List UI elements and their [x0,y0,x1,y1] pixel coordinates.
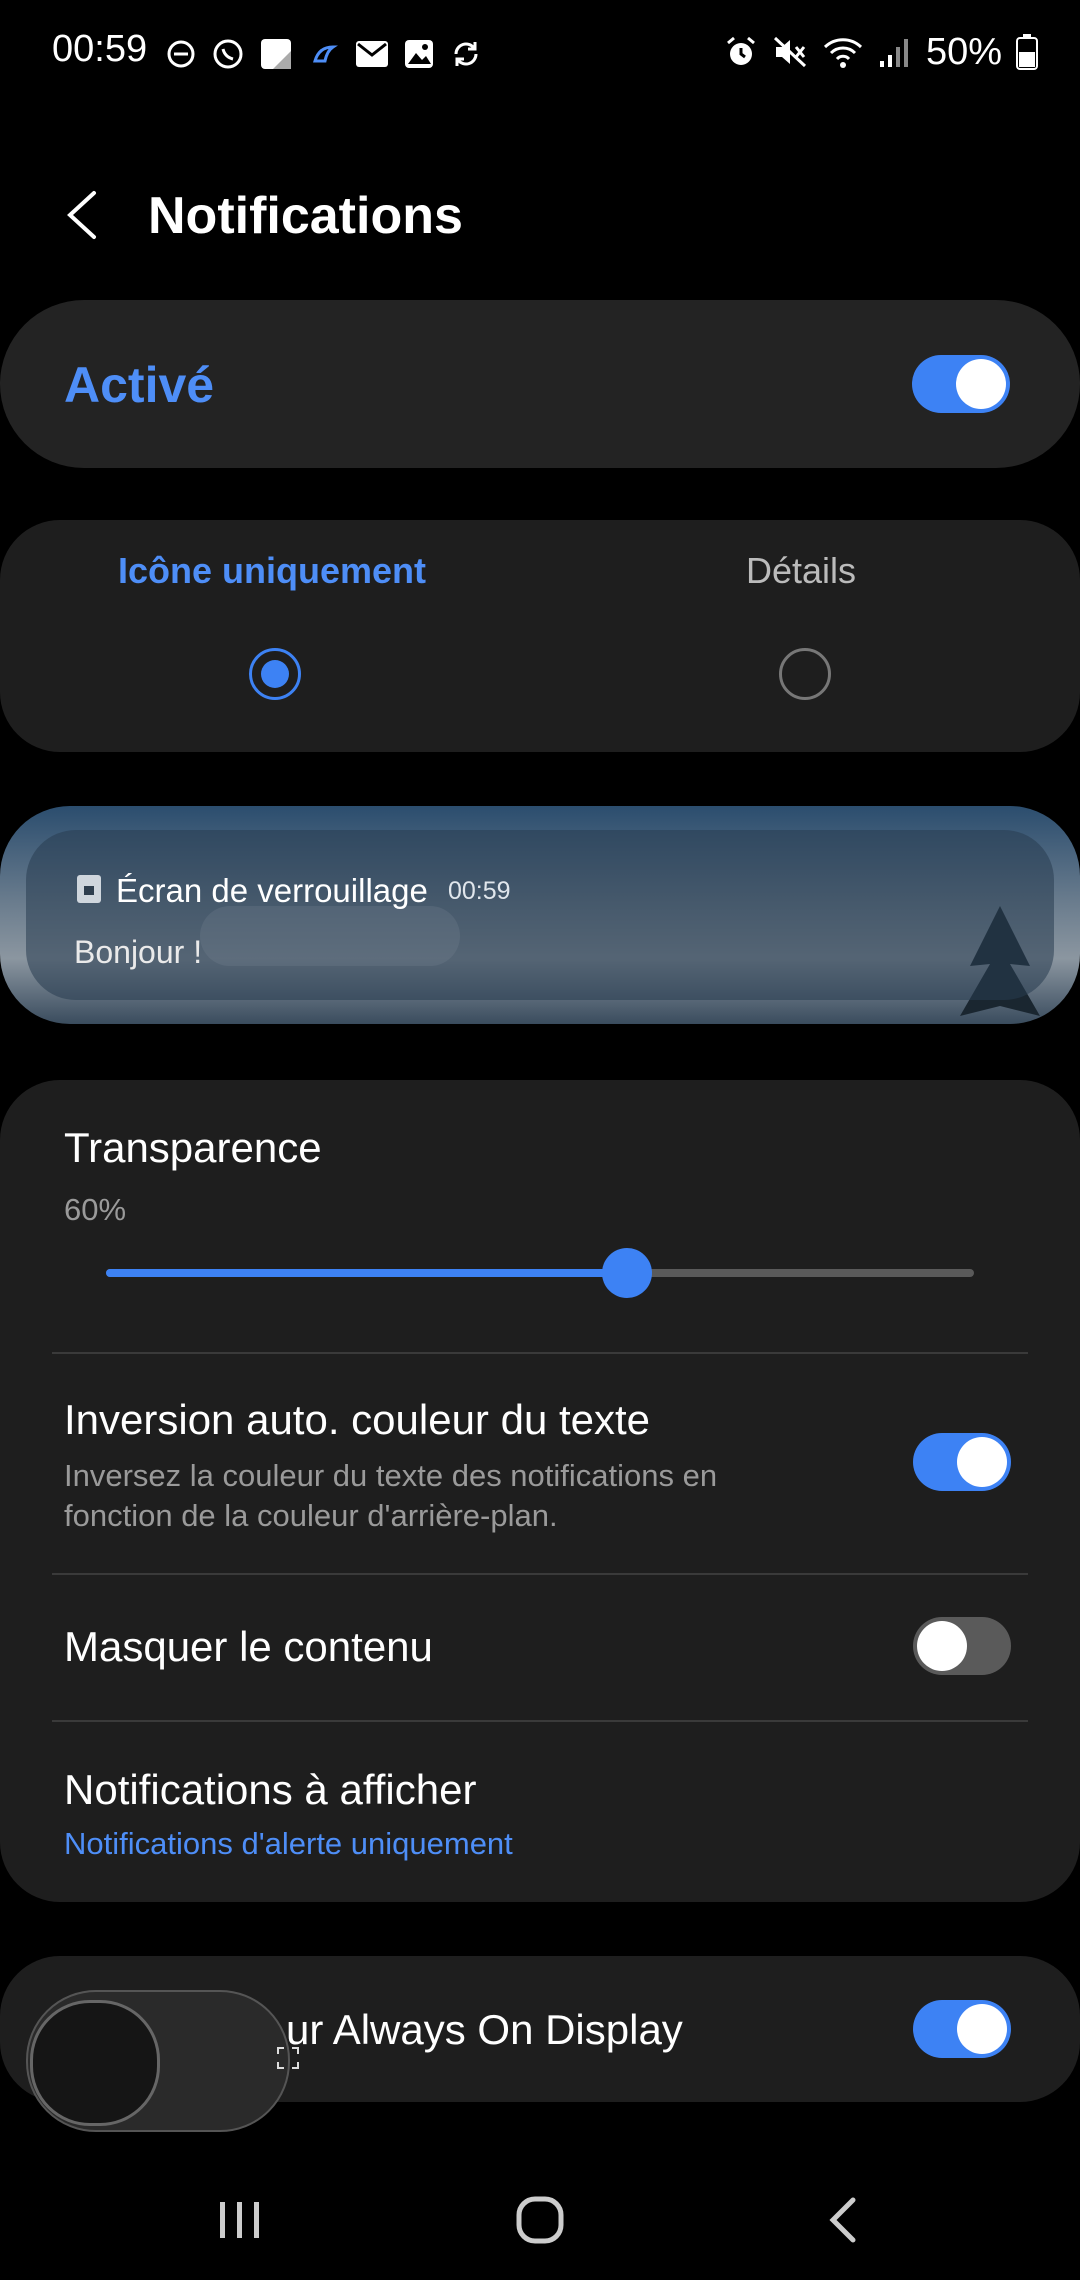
notification-app-name: Écran de verrouillage [116,872,428,909]
style-option-details[interactable]: Détails [746,550,856,592]
invert-text-color-subtitle-2: fonction de la couleur d'arrière-plan. [64,1498,558,1533]
recents-icon [220,2202,259,2238]
toggle-knob [956,359,1006,409]
master-switch-label: Activé [64,357,215,413]
notification-text: Bonjour ! [74,934,203,970]
notification-icons [165,34,483,74]
status-bar: 00:59 50% [0,0,1080,110]
radio-icon-only[interactable] [249,648,301,700]
system-icons: 50% [724,30,1038,74]
navigation-bar [0,2160,1080,2280]
invert-text-color-subtitle-1: Inversez la couleur du texte des notific… [64,1458,718,1493]
do-not-disturb-icon [167,40,195,68]
sync-icon [454,42,478,66]
signal-icon [879,39,908,67]
battery-icon [1016,34,1038,70]
nav-back-button[interactable] [815,2190,875,2255]
hide-content-title: Masquer le contenu [64,1623,433,1670]
whatsapp-icon [213,39,243,69]
master-toggle[interactable] [912,355,1010,413]
recents-button[interactable] [210,2190,270,2255]
transparency-value: 60% [64,1192,127,1227]
radio-details[interactable] [779,648,831,700]
status-time: 00:59 [52,28,148,70]
transparency-slider-thumb[interactable] [602,1248,652,1298]
toggle-knob [957,1437,1007,1487]
invert-text-color-toggle[interactable] [913,1433,1011,1491]
transparency-title: Transparence [64,1124,322,1171]
back-button[interactable] [56,185,116,245]
gallery-icon [405,40,433,68]
divider [52,1720,1028,1722]
chevron-left-icon [67,191,96,239]
back-icon [829,2197,856,2243]
notifications-to-show-value: Notifications d'alerte uniquement [64,1826,513,1861]
lock-icon [77,875,101,903]
home-button[interactable] [510,2190,570,2255]
alarm-icon [726,36,755,65]
mute-icon [773,36,806,68]
aod-title: ur Always On Display [286,2006,683,2053]
page-title: Notifications [148,187,463,245]
scan-icon[interactable] [276,2046,300,2070]
divider [52,1573,1028,1575]
mail-icon [356,41,388,67]
invert-text-color-title: Inversion auto. couleur du texte [64,1396,651,1443]
aod-toggle[interactable] [913,2000,1011,2058]
wifi-icon [823,38,862,68]
notifications-to-show-title: Notifications à afficher [64,1766,477,1813]
notification-time: 00:59 [448,877,511,905]
note-icon [261,39,291,69]
hide-content-toggle[interactable] [913,1617,1011,1675]
home-icon [516,2196,564,2244]
app-icon [313,45,338,63]
toggle-knob [957,2004,1007,2054]
notification-preview-card [26,830,1054,1000]
style-option-icon-only[interactable]: Icône uniquement [118,550,426,592]
battery-percent: 50% [925,30,1002,73]
screenshot-thumbnail[interactable] [30,2000,160,2126]
toggle-knob [917,1621,967,1671]
divider [52,1352,1028,1354]
transparency-slider-fill [106,1269,627,1277]
